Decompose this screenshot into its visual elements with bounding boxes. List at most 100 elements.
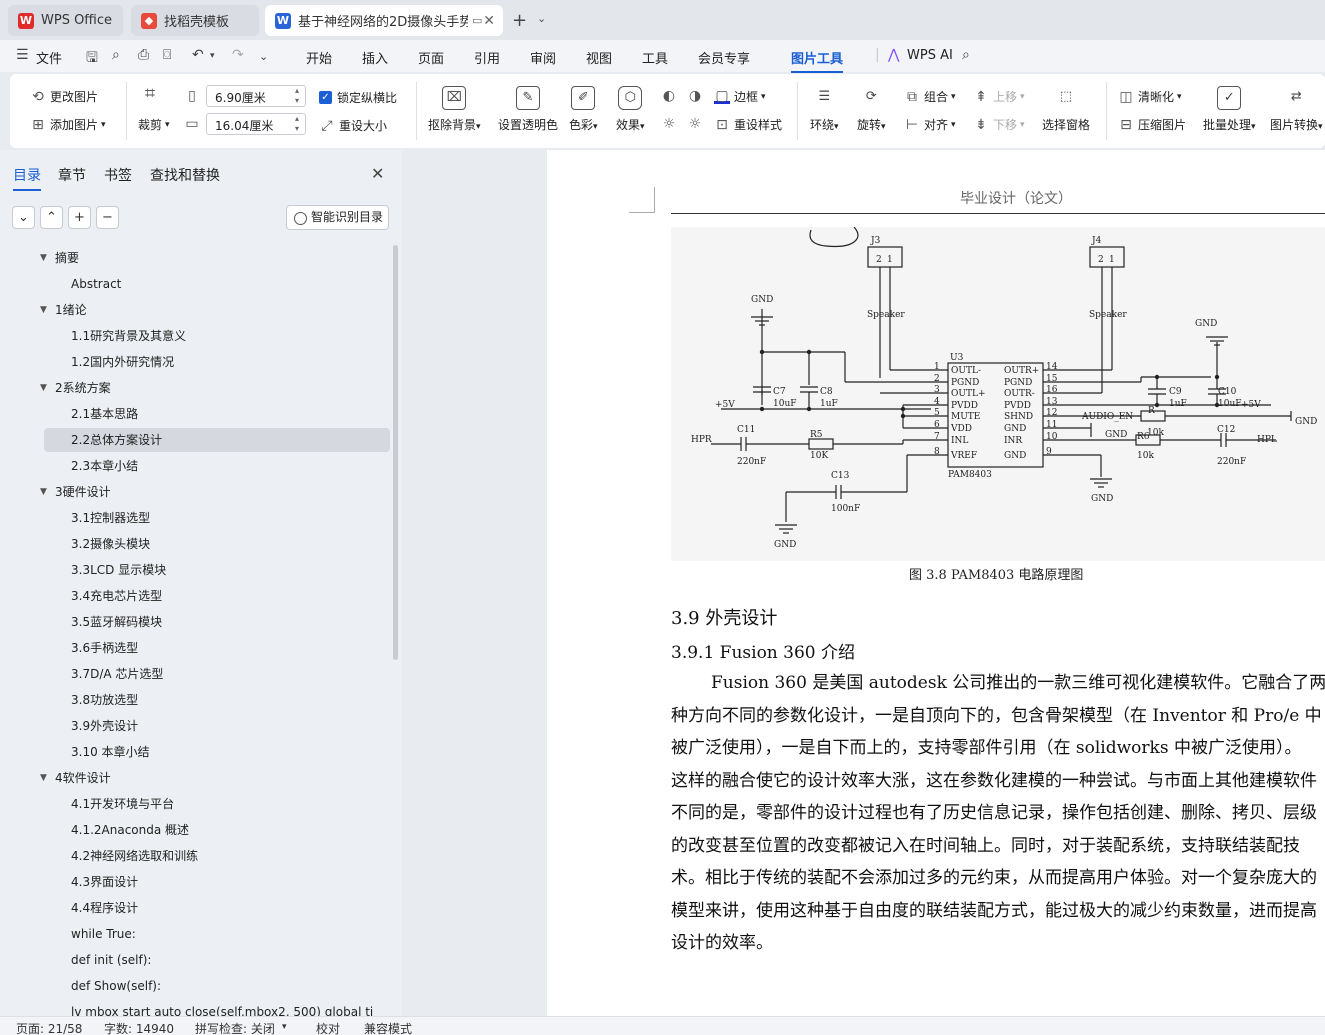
toc-item[interactable]: 3.8功放选型 — [0, 688, 394, 712]
wrap-button[interactable]: ☰ 环绕▾ — [810, 86, 839, 133]
expand-arrow-icon[interactable]: ▼ — [40, 298, 47, 322]
contrast-icon[interactable]: ◑ — [687, 88, 707, 104]
toc-item[interactable]: while True: — [0, 922, 394, 946]
menu-wps-ai[interactable]: WPS AI — [907, 48, 953, 63]
move-up-button[interactable]: ⇞ 上移 ▾ — [973, 88, 1024, 105]
change-image-button[interactable]: ⟲ 更改图片 — [30, 88, 98, 105]
toc-item[interactable]: 3.2摄像头模块 — [0, 532, 394, 556]
menu-member[interactable]: 会员专享 — [698, 48, 750, 67]
tab-chapter[interactable]: 章节 — [58, 165, 86, 185]
print-icon[interactable]: ⎙ — [138, 47, 149, 63]
hamburger-icon[interactable]: ☰ — [16, 47, 29, 63]
schematic-image[interactable]: J3 J4 2 1 2 1 Speaker Speaker GND GND GN… — [671, 227, 1325, 561]
compress-button[interactable]: ⊟ 压缩图片 — [1118, 116, 1186, 133]
add-image-button[interactable]: ⊞ 添加图片 ▾ — [30, 116, 105, 133]
menu-home[interactable]: 开始 — [306, 48, 332, 67]
sun-minus-icon[interactable]: ☼ — [687, 116, 707, 132]
cloud-icon[interactable]: ⌕ — [112, 47, 120, 63]
lock-ratio-checkbox[interactable]: ✓ 锁定纵横比 — [319, 89, 397, 106]
toc-item[interactable]: 4.3界面设计 — [0, 870, 394, 894]
crop-icon[interactable]: ⌗ — [142, 85, 162, 103]
toc-item[interactable]: 3.10 本章小结 — [0, 740, 394, 764]
expand-arrow-icon[interactable]: ▼ — [40, 480, 47, 504]
status-proofread[interactable]: 校对 — [316, 1020, 340, 1035]
undo-icon[interactable]: ↶ — [192, 47, 204, 63]
redo-icon[interactable]: ↷ — [232, 47, 244, 63]
toc-item[interactable]: 3.4充电芯片选型 — [0, 584, 394, 608]
save-icon[interactable]: 🖫 — [86, 47, 98, 71]
rotate-button[interactable]: ⟳ 旋转▾ — [857, 86, 886, 133]
border-button[interactable]: ▢ 边框 ▾ — [714, 88, 766, 105]
brightness-icon[interactable]: ◐ — [661, 88, 681, 104]
toc-item[interactable]: 2.1基本思路 — [0, 402, 394, 426]
toc-item[interactable]: Abstract — [0, 272, 394, 296]
spellcheck-dropdown-icon[interactable]: ▾ — [282, 1022, 287, 1032]
tab-wps-office[interactable]: W WPS Office — [8, 5, 123, 36]
color-button[interactable]: ✐ 色彩▾ — [569, 86, 598, 133]
sun-plus-icon[interactable]: ☼ — [661, 116, 681, 132]
tab-bookmark[interactable]: 书签 — [104, 165, 132, 185]
toc-item[interactable]: 2.3本章小结 — [0, 454, 394, 478]
toc-item[interactable]: ▼ 摘要 — [0, 246, 394, 270]
toc-item[interactable]: ▼ 2系统方案 — [0, 376, 394, 400]
menu-picture-tools[interactable]: 图片工具 — [791, 48, 844, 73]
close-pane-icon[interactable]: ✕ — [371, 164, 384, 183]
batch-button[interactable]: ✓ 批量处理▾ — [1203, 86, 1256, 133]
toc-item[interactable]: 3.1控制器选型 — [0, 506, 394, 530]
reset-style-button[interactable]: ⊡ 重设样式 — [714, 116, 782, 133]
toc-item[interactable]: 4.4程序设计 — [0, 896, 394, 920]
toc-item[interactable]: def Show(self): — [0, 974, 394, 998]
search-icon[interactable]: ⌕ — [962, 47, 970, 63]
toc-item[interactable]: 1.1研究背景及其意义 — [0, 324, 394, 348]
tab-document[interactable]: W 基于神经网络的2D摄像头手势 ▭ ✕ — [265, 5, 503, 36]
menu-file[interactable]: 文件 — [36, 48, 62, 67]
toc-item[interactable]: def init (self): — [0, 948, 394, 972]
menu-page[interactable]: 页面 — [418, 48, 444, 67]
more-icon[interactable]: ⌄ — [259, 50, 268, 63]
width-input[interactable]: 6.90厘米 — [206, 85, 306, 107]
toc-item[interactable]: 4.1开发环境与平台 — [0, 792, 394, 816]
status-words[interactable]: 字数: 14940 — [104, 1020, 174, 1035]
remove-heading-button[interactable]: − — [96, 206, 119, 229]
menu-review[interactable]: 审阅 — [530, 48, 556, 67]
status-page[interactable]: 页面: 21/58 — [16, 1020, 82, 1035]
menu-reference[interactable]: 引用 — [474, 48, 500, 67]
expand-all-button[interactable]: ⌄ — [12, 206, 35, 229]
toc-item[interactable]: 1.2国内外研究情况 — [0, 350, 394, 374]
menu-tools[interactable]: 工具 — [642, 48, 668, 67]
convert-button[interactable]: ⇄ 图片转换▾ — [1270, 86, 1323, 133]
toc-item[interactable]: 4.2神经网络选取和训练 — [0, 844, 394, 868]
height-input[interactable]: 16.04厘米 — [206, 113, 306, 135]
toc-item[interactable]: 3.7D/A 芯片选型 — [0, 662, 394, 686]
tab-toc[interactable]: 目录 — [13, 165, 41, 191]
tab-find-replace[interactable]: 查找和替换 — [150, 165, 220, 185]
print-preview-icon[interactable]: ⌼ — [163, 47, 171, 63]
close-tab-icon[interactable]: ✕ — [483, 13, 495, 29]
menu-view[interactable]: 视图 — [586, 48, 612, 67]
toc-item[interactable]: 3.6手柄选型 — [0, 636, 394, 660]
set-transparent-button[interactable]: ✎ 设置透明色 — [498, 86, 558, 133]
toc-item[interactable]: 4.1.2Anaconda 概述 — [0, 818, 394, 842]
expand-arrow-icon[interactable]: ▼ — [40, 376, 47, 400]
sharpen-button[interactable]: ◫ 清晰化 ▾ — [1118, 88, 1181, 105]
reset-size-button[interactable]: ⤢ 重设大小 — [319, 117, 387, 134]
move-down-button[interactable]: ⇟ 下移 ▾ — [973, 116, 1024, 133]
toc-item[interactable]: 3.5蓝牙解码模块 — [0, 610, 394, 634]
menu-insert[interactable]: 插入 — [362, 48, 388, 67]
new-tab-button[interactable]: + — [512, 10, 527, 31]
crop-button[interactable]: 裁剪 ▾ — [138, 116, 170, 133]
tab-list-dropdown-icon[interactable]: ⌄ — [537, 12, 546, 25]
status-spellcheck[interactable]: 拼写检查: 关闭 — [195, 1020, 275, 1035]
toc-item[interactable]: lv mbox start auto close(self.mbox2, 500… — [0, 1000, 394, 1016]
expand-arrow-icon[interactable]: ▼ — [40, 766, 47, 790]
collapse-button[interactable]: ⌃ — [40, 206, 63, 229]
toc-item[interactable]: ▼ 4软件设计 — [0, 766, 394, 790]
toc-item[interactable]: ▼ 3硬件设计 — [0, 480, 394, 504]
expand-arrow-icon[interactable]: ▼ — [40, 246, 47, 270]
toc-item[interactable]: 3.9外壳设计 — [0, 714, 394, 738]
toc-item[interactable]: 3.3LCD 显示模块 — [0, 558, 394, 582]
remove-bg-button[interactable]: ⌧ 抠除背景▾ — [428, 86, 481, 133]
group-button[interactable]: ⧉ 组合 ▾ — [904, 88, 956, 105]
effect-button[interactable]: ⬡ 效果▾ — [616, 86, 645, 133]
smart-toc-button[interactable]: 智能识别目录 — [286, 205, 389, 230]
